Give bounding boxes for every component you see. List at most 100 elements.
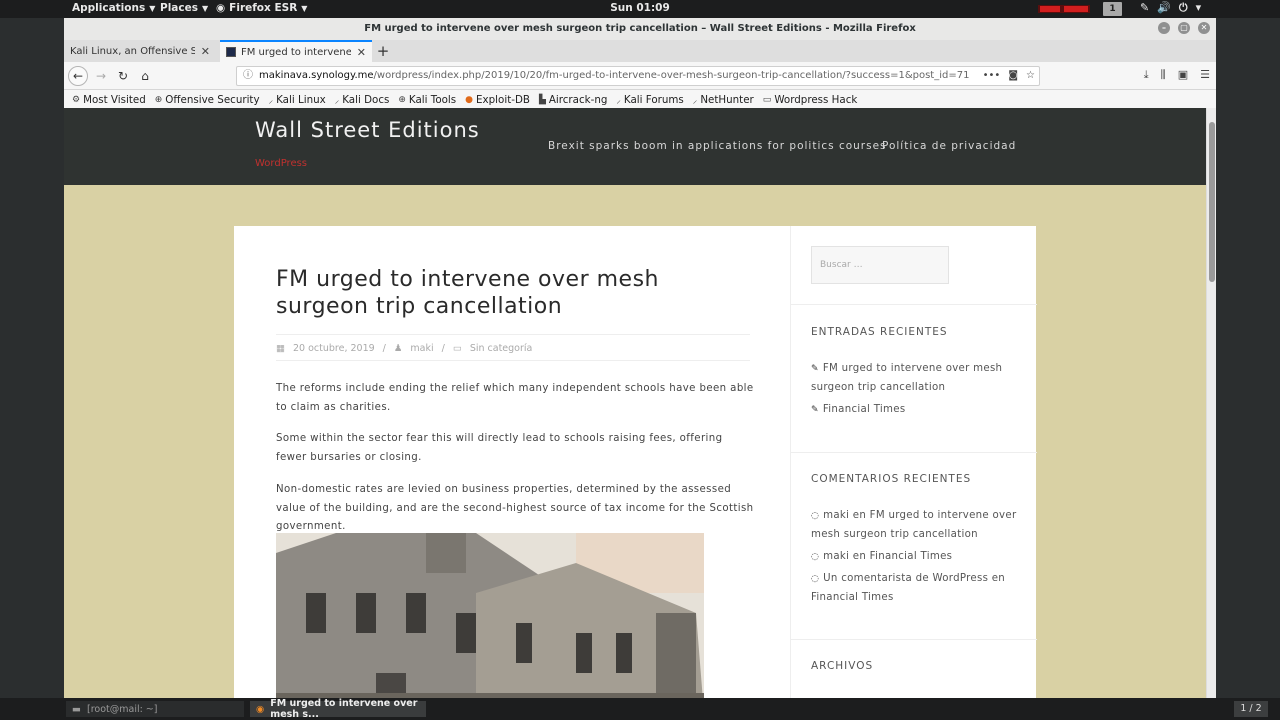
- globe-icon: ⊕: [154, 94, 163, 105]
- recording-indicator-icon: [1038, 3, 1090, 15]
- post-date[interactable]: 20 octubre, 2019: [293, 343, 375, 354]
- archives-heading: ARCHIVOS: [811, 660, 874, 672]
- bookmarks-toolbar: ⚙ Most Visited ⊕ Offensive Security ⸝ Kali …: [64, 90, 1216, 110]
- sidebar: Buscar … ENTRADAS RECIENTES ✎ FM urged to…: [790, 226, 1037, 698]
- post-paragraph: The reforms include ending the relief wh…: [276, 383, 754, 413]
- search-input[interactable]: Buscar …: [811, 246, 949, 284]
- post-content: FM urged to intervene over mesh surgeon …: [234, 226, 790, 698]
- taskbar-firefox[interactable]: ◉ FM urged to intervene over mesh s...: [250, 698, 426, 720]
- post-image: [276, 533, 704, 698]
- tab-kali-linux[interactable]: Kali Linux, an Offensive Security ✕: [64, 40, 216, 62]
- tab-fm-urged[interactable]: FM urged to intervene over mesh surgeon …: [220, 40, 372, 62]
- gear-icon: ⚙: [72, 94, 81, 105]
- home-button[interactable]: ⌂: [136, 67, 154, 85]
- bookmark-kali-docs[interactable]: ⸝ Kali Docs: [334, 93, 390, 107]
- divider: [791, 452, 1037, 453]
- info-icon[interactable]: ⓘ: [243, 67, 253, 85]
- gnome-top-bar: Applications ▼ Places ▼ ◉ Firefox ESR ▼ Sun…: [0, 0, 1280, 18]
- bookmark-aircrack-ng[interactable]: ▙ Aircrack-ng: [539, 94, 607, 106]
- bookmark-exploit-db[interactable]: ● Exploit-DB: [465, 94, 530, 106]
- divider: [276, 334, 750, 335]
- bookmark-kali-tools[interactable]: ⊕ Kali Tools: [398, 94, 456, 106]
- bookmark-most-visited[interactable]: ⚙ Most Visited: [72, 94, 146, 106]
- workspace-indicator[interactable]: 1: [1103, 2, 1122, 16]
- bookmark-kali-forums[interactable]: ⸝ Kali Forums: [616, 93, 683, 107]
- minimize-icon[interactable]: –: [1158, 22, 1170, 34]
- recent-post-link[interactable]: ✎ FM urged to intervene over mesh surgeon…: [811, 360, 1017, 397]
- divider: [276, 360, 750, 361]
- workspace-pager[interactable]: 1 / 2: [1234, 701, 1268, 717]
- window-title: FM urged to intervene over mesh surgeon …: [364, 23, 916, 34]
- url-host: makinava.synology.me: [259, 70, 374, 81]
- recent-comment-link[interactable]: ◌ maki en FM urged to intervene over mesh…: [811, 507, 1017, 544]
- post-paragraph: Non-domestic rates are levied on busines…: [276, 484, 754, 532]
- bottom-taskbar: ▬ [root@mail: ~] ◉ FM urged to intervene…: [0, 698, 1280, 720]
- pocket-icon[interactable]: ◙: [1008, 67, 1018, 85]
- maximize-icon[interactable]: ▢: [1178, 22, 1190, 34]
- kali-icon: ⸝: [616, 96, 621, 106]
- exploit-icon: ●: [465, 94, 474, 105]
- vertical-scrollbar[interactable]: [1206, 108, 1216, 698]
- system-tray[interactable]: ✎ 🔊 ⏻ ▾: [1140, 1, 1201, 15]
- nav-link-privacy[interactable]: Política de privacidad: [882, 140, 1016, 152]
- divider: [791, 639, 1037, 640]
- reload-button[interactable]: ↻: [114, 67, 132, 85]
- caret-down-icon[interactable]: ▾: [1196, 1, 1202, 15]
- forward-button[interactable]: →: [92, 67, 110, 85]
- tab-bar: Kali Linux, an Offensive Security ✕ FM u…: [64, 40, 1216, 62]
- window-controls: – ▢ ✕: [1158, 22, 1210, 34]
- bookmark-star-icon[interactable]: ☆: [1026, 67, 1035, 85]
- url-bar[interactable]: ⓘ makinava.synology.me/wordpress/index.p…: [236, 66, 1040, 86]
- close-tab-icon[interactable]: ✕: [357, 46, 366, 59]
- nav-link-brexit[interactable]: Brexit sparks boom in applications for p…: [548, 140, 887, 152]
- bookmark-wordpress-hack[interactable]: ▭ Wordpress Hack: [763, 94, 858, 106]
- post-paragraph: Some within the sector fear this will di…: [276, 433, 723, 463]
- pencil-icon: ✎: [811, 405, 819, 415]
- comment-icon: ◌: [811, 574, 820, 584]
- terminal-icon: ▬: [72, 703, 81, 715]
- toolbar-right: ⤓ ⫼ ▣ ☰: [1144, 68, 1210, 82]
- site-title[interactable]: Wall Street Editions: [255, 118, 480, 142]
- sidebar-icon[interactable]: ▣: [1178, 68, 1188, 82]
- comment-icon: ◌: [811, 511, 820, 521]
- globe-icon: ⊕: [398, 94, 406, 105]
- window-titlebar[interactable]: FM urged to intervene over mesh surgeon …: [64, 18, 1216, 40]
- downloads-icon[interactable]: ⤓: [1144, 68, 1149, 82]
- scrollbar-thumb[interactable]: [1209, 122, 1215, 282]
- recent-comment-link[interactable]: ◌ maki en Financial Times: [811, 548, 1017, 567]
- bookmark-nethunter[interactable]: ⸝ NetHunter: [692, 93, 754, 107]
- page-actions-icon[interactable]: •••: [983, 67, 1001, 85]
- pen-icon[interactable]: ✎: [1140, 1, 1149, 15]
- folder-icon: ▭: [452, 343, 462, 354]
- page-viewport: Wall Street Editions WordPress Brexit sp…: [64, 108, 1216, 698]
- recent-comment-link[interactable]: ◌ Un comentarista de WordPress en Financi…: [811, 570, 1017, 607]
- author-icon: ♟: [393, 343, 403, 354]
- recent-post-link[interactable]: ✎ Financial Times: [811, 401, 1017, 420]
- kali-icon: ⸝: [692, 96, 698, 106]
- close-icon[interactable]: ✕: [1198, 22, 1210, 34]
- calendar-icon: ▦: [276, 343, 285, 354]
- new-tab-button[interactable]: +: [375, 42, 391, 60]
- bookmark-offensive-security[interactable]: ⊕ Offensive Security: [155, 94, 260, 106]
- back-button[interactable]: ←: [68, 66, 88, 86]
- taskbar-terminal[interactable]: ▬ [root@mail: ~]: [66, 701, 244, 717]
- volume-icon[interactable]: 🔊: [1157, 1, 1171, 15]
- menu-icon[interactable]: ☰: [1200, 68, 1210, 82]
- kali-icon: ⸝: [334, 96, 340, 106]
- favicon-icon: [226, 47, 236, 57]
- post-meta: ▦ 20 octubre, 2019 / ♟ maki / ▭ Sin cate…: [276, 343, 533, 354]
- library-icon[interactable]: ⫼: [1161, 68, 1166, 82]
- folder-icon: ▭: [762, 94, 772, 105]
- navigation-toolbar: ← → ↻ ⌂ ⓘ makinava.synology.me/wordpress…: [64, 62, 1216, 90]
- close-tab-icon[interactable]: ✕: [201, 45, 210, 58]
- power-icon[interactable]: ⏻: [1179, 1, 1188, 15]
- bookmark-kali-linux[interactable]: ⸝ Kali Linux: [269, 93, 326, 107]
- recent-comments-heading: COMENTARIOS RECIENTES: [811, 473, 972, 485]
- post-author[interactable]: maki: [410, 343, 433, 354]
- url-actions: ••• ◙ ☆: [983, 67, 1035, 85]
- url-path: /wordpress/index.php/2019/10/20/fm-urged…: [373, 70, 970, 81]
- recent-posts-heading: ENTRADAS RECIENTES: [811, 326, 948, 338]
- post-title: FM urged to intervene over mesh surgeon …: [276, 267, 659, 319]
- post-category[interactable]: Sin categoría: [470, 343, 533, 354]
- firefox-window: FM urged to intervene over mesh surgeon …: [64, 18, 1216, 698]
